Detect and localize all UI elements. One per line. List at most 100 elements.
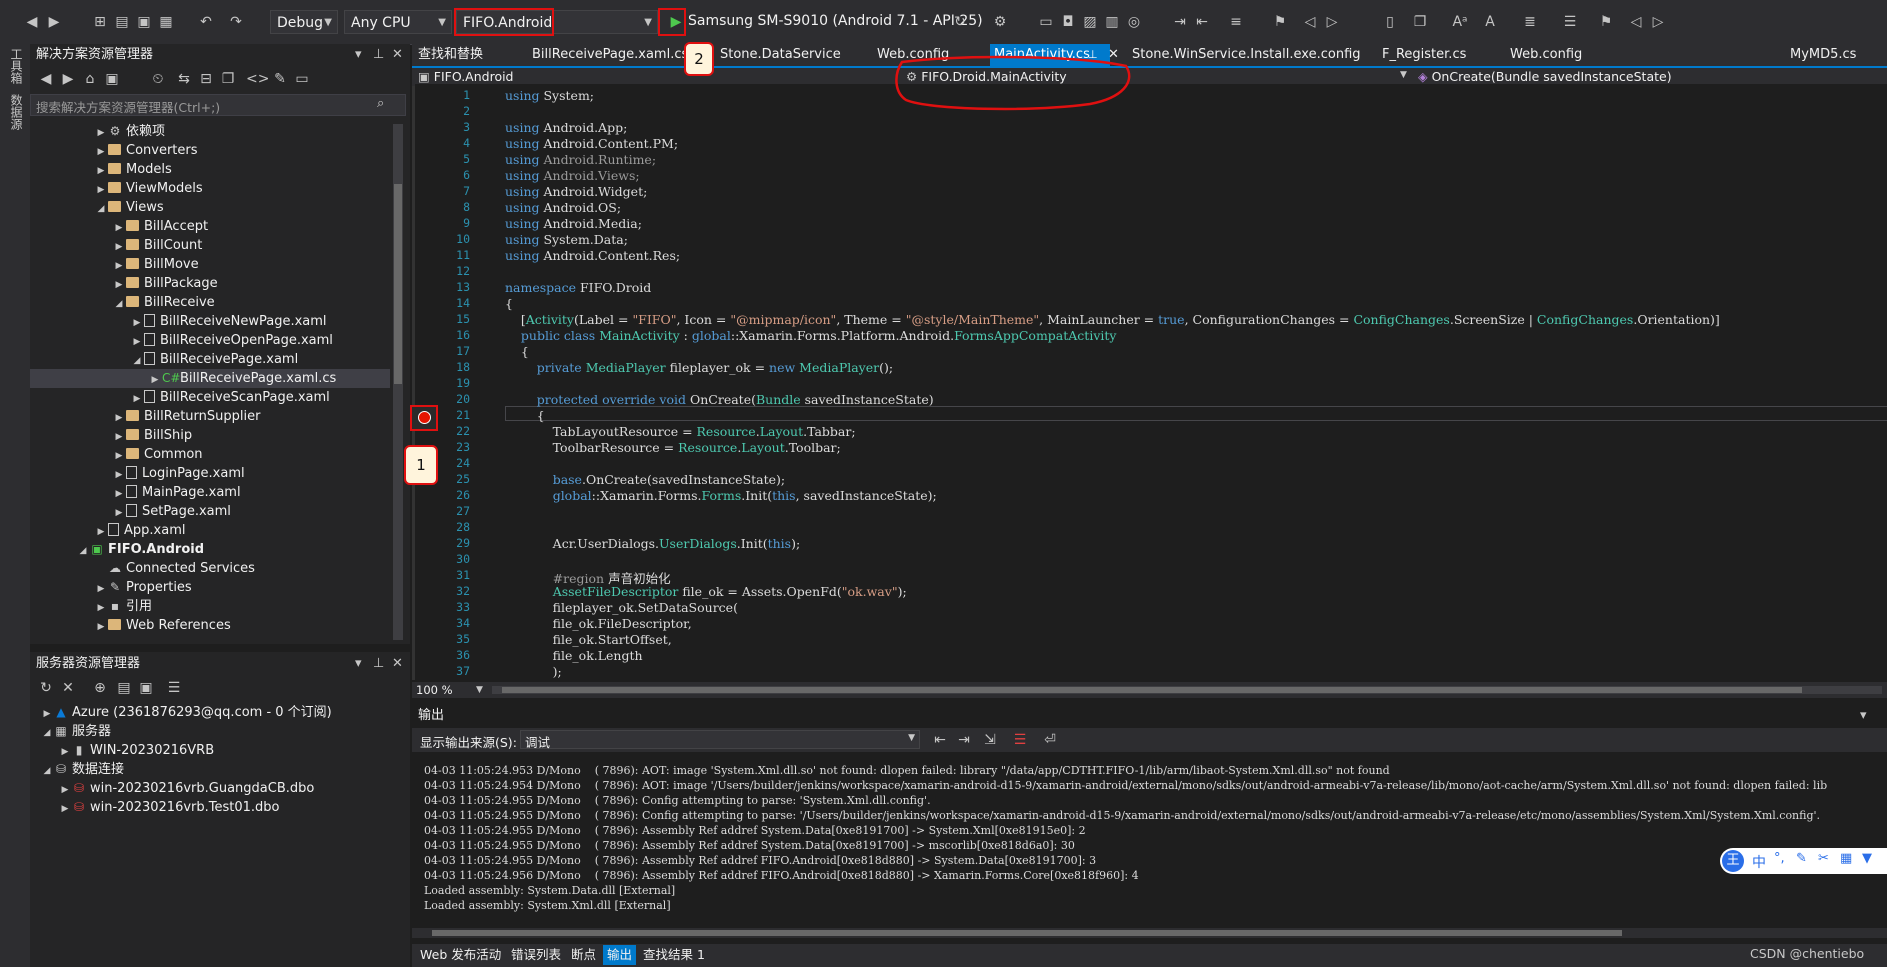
tree-item-web-references[interactable]: ▶ Web References [94,616,231,635]
outdent-icon[interactable]: ⇤ [1192,12,1212,32]
tree-item-properties[interactable]: ▶ ✎ Properties [94,578,192,597]
chevron-down-icon[interactable]: ▼ [476,682,483,698]
tab-winservice-config[interactable]: Stone.WinService.Install.exe.config [1132,44,1361,66]
tab-output[interactable]: 输出 [603,945,637,965]
tree-item-fifo-android[interactable]: ◢ ▣ FIFO.Android [76,540,205,559]
server-item-azure[interactable]: ▶ ▲ Azure (2361876293@qq.com - 0 个订阅) [40,703,332,722]
pen-icon[interactable]: ✎ [1796,851,1807,866]
pending-changes-icon[interactable]: ⏲ [148,69,168,89]
tab-billreceivepage-cs[interactable]: BillReceivePage.xaml.cs [532,44,688,66]
server-item-servers[interactable]: ◢ ▦ 服务器 [40,722,111,741]
font-icon[interactable]: A [1480,12,1500,32]
camera-icon[interactable]: ◘ [1058,12,1078,32]
tab-f-register-cs[interactable]: F_Register.cs [1382,44,1466,66]
refresh-icon[interactable]: ↻ [36,678,56,698]
connect-database-icon[interactable]: ⊕ [90,678,110,698]
open-icon[interactable]: ▤ [112,12,132,32]
tree-item-mainpage[interactable]: ▶ MainPage.xaml [112,483,241,502]
tab-web-config-2[interactable]: Web.config [1510,44,1582,66]
tree-item-billreceivepage[interactable]: ◢ BillReceivePage.xaml [130,350,298,369]
copy-icon[interactable]: ❐ [1410,12,1430,32]
word-wrap-icon[interactable]: ⏎ [1040,730,1060,750]
flag-icon[interactable]: ⚑ [1596,12,1616,32]
chevron-down-icon[interactable]: ▼ [1400,70,1407,80]
tree-item-common[interactable]: ▶ Common [112,445,203,464]
keyboard-icon[interactable]: ▦ [1840,851,1852,866]
save-all-icon[interactable]: ▦ [156,12,176,32]
tools-icon[interactable]: ✂ [1818,851,1829,866]
server-item-data-connections[interactable]: ◢ ⛁ 数据连接 [40,760,124,779]
tab-stone-dataservice[interactable]: Stone.DataService [720,44,841,66]
tab-web-publish[interactable]: Web 发布活动 [420,945,501,965]
code-editor[interactable]: 1 2 3 4 5 6 7 8 9 10 11 12 13 14 15 16 17 18 19 20 21 22 23 24 2… [415,84,1887,680]
horizontal-scrollbar[interactable] [492,686,1882,694]
dropdown-icon[interactable]: ▾ [1860,706,1867,726]
align-icon[interactable]: ≣ [1520,12,1540,32]
tree-item-viewmodels[interactable]: ▶ ViewModels [94,179,203,198]
sharepoint-icon[interactable]: ▣ [136,678,156,698]
tab-mymd5-cs[interactable]: MyMD5.cs [1790,44,1856,66]
tree-item-app-xaml[interactable]: ▶ App.xaml [94,521,185,540]
bookmark-icon[interactable]: ⚑ [1270,12,1290,32]
skin-icon[interactable]: ▼ [1862,851,1872,866]
tree-item-views[interactable]: ◢ Views [94,198,164,217]
code-view-icon[interactable]: <> [246,69,269,89]
device-icon[interactable]: ▭ [1036,12,1056,32]
forward-icon[interactable]: ▶ [58,69,78,89]
tree-item-billmove[interactable]: ▶ BillMove [112,255,199,274]
new-project-icon[interactable]: ⊞ [90,12,110,32]
tree-item-billaccept[interactable]: ▶ BillAccept [112,217,209,236]
tree-item-setpage[interactable]: ▶ SetPage.xaml [112,502,231,521]
forward-icon[interactable]: ▶ [44,12,64,32]
azure-icon[interactable]: ☰ [164,678,184,698]
home-icon[interactable]: ⌂ [80,69,100,89]
tree-item-billreceivepage-cs[interactable]: ▶ C#BillReceivePage.xaml.cs [148,369,337,388]
prev-bookmark-icon[interactable]: ◁ [1300,12,1320,32]
target-icon[interactable]: ◎ [1124,12,1144,32]
close-icon[interactable]: ✕ [392,45,403,65]
file-icon[interactable]: ▯ [1380,12,1400,32]
tool-icon[interactable]: ⚙ [990,12,1010,32]
sync-icon[interactable]: ⇆ [174,69,194,89]
tab-find-replace[interactable]: 查找和替换 [418,44,483,66]
tree-item-loginpage[interactable]: ▶ LoginPage.xaml [112,464,245,483]
pin-icon[interactable]: ⊥ [373,45,384,65]
output-source-select[interactable]: 调试 ▼ [520,730,920,750]
close-icon[interactable]: ✕ [392,654,403,674]
indent-icon[interactable]: ⇥ [1170,12,1190,32]
tree-item-billreceivescanpage[interactable]: ▶ BillReceiveScanPage.xaml [130,388,330,407]
output-scrollbar[interactable] [412,928,1887,938]
tree-item-dependencies[interactable]: ▶ ⚙ 依赖项 [94,122,165,141]
tree-item-billreceivenewpage[interactable]: ▶ BillReceiveNewPage.xaml [130,312,327,331]
server-item-win[interactable]: ▶ ▮ WIN-20230216VRB [58,741,215,760]
list-icon[interactable]: ☰ [1560,12,1580,32]
dropdown-icon[interactable]: ▾ [355,654,362,674]
properties-icon[interactable]: ✎ [270,69,290,89]
configuration-select[interactable]: Debug ▼ [270,10,338,34]
tab-find-results[interactable]: 查找结果 1 [643,945,705,965]
scrollbar-thumb[interactable] [502,687,1802,693]
save-icon[interactable]: ▣ [134,12,154,32]
layout-icon[interactable]: ▥ [1102,12,1122,32]
undo-icon[interactable]: ↶ [196,12,216,32]
device-target[interactable]: Samsung SM-S9010 (Android 7.1 - API 25) [688,13,983,29]
breakpoint-icon[interactable] [418,411,431,424]
scrollbar-thumb[interactable] [394,184,402,384]
tree-item-billreturnsupplier[interactable]: ▶ BillReturnSupplier [112,407,261,426]
image-icon[interactable]: ▨ [1080,12,1100,32]
find-next-icon[interactable]: ⇥ [954,730,974,750]
data-sources-tab[interactable]: 数据源 [8,94,25,130]
tree-item-billcount[interactable]: ▶ BillCount [112,236,203,255]
tab-breakpoints[interactable]: 断点 [571,945,596,965]
tree-item-billpackage[interactable]: ▶ BillPackage [112,274,218,293]
find-previous-icon[interactable]: ⇤ [930,730,950,750]
tree-item-converters[interactable]: ▶ Converters [94,141,198,160]
stop-icon[interactable]: ✕ [58,678,78,698]
toolbox-tab[interactable]: 工具箱 [8,48,25,84]
tree-item-connected-services[interactable]: ☁ Connected Services [94,559,255,578]
solution-explorer-scrollbar[interactable] [393,124,403,640]
back-icon[interactable]: ◀ [22,12,42,32]
connect-server-icon[interactable]: ▤ [114,678,134,698]
switch-view-icon[interactable]: ▣ [102,69,122,89]
tab-error-list[interactable]: 错误列表 [511,945,561,965]
